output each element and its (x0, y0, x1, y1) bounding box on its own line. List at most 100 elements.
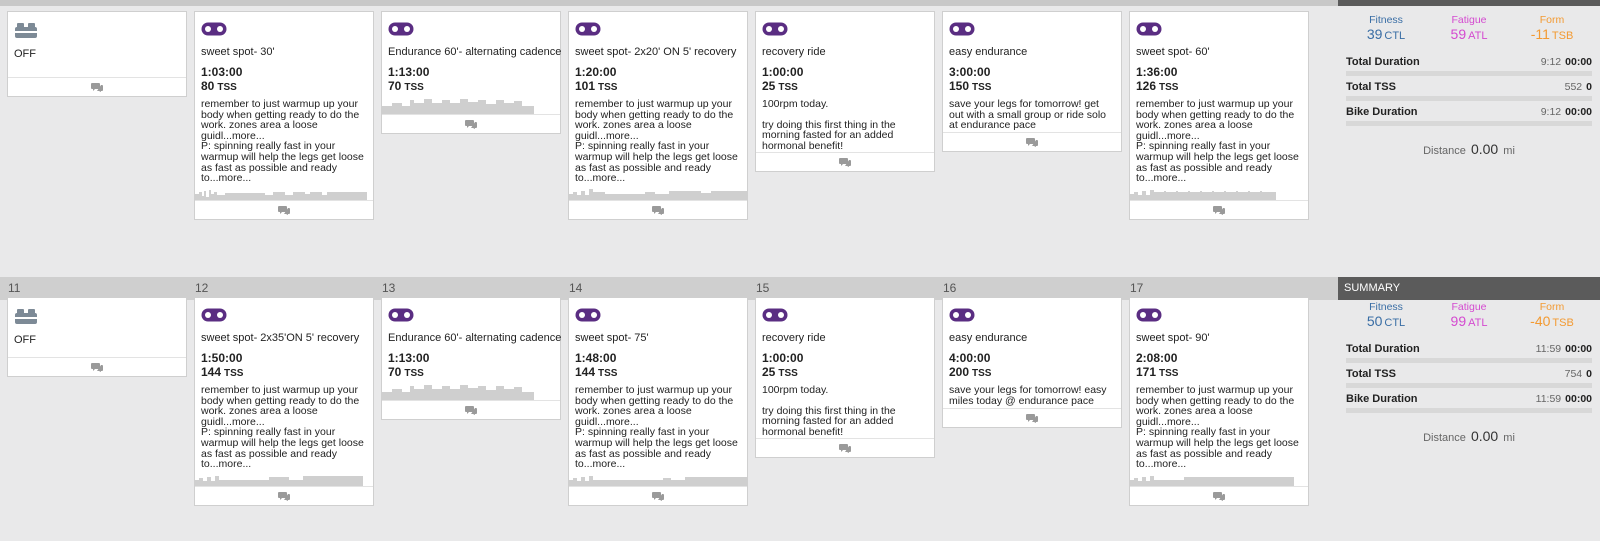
tss-value: 70 (388, 365, 402, 379)
fitness-unit: CTL (1384, 317, 1406, 329)
workout-description: remember to just warmup up your body whe… (575, 385, 741, 470)
workout-card[interactable]: sweet spot- 2x20' ON 5' recovery 1:20:00… (568, 11, 748, 220)
description-text: save your legs for tomorrow! get out wit… (949, 98, 1106, 132)
comment-footer[interactable] (195, 486, 373, 505)
workout-card[interactable]: sweet spot- 60' 1:36:00 126 TSS remember … (1129, 11, 1309, 220)
workout-card[interactable]: easy endurance 4:00:00 200 TSS save your … (942, 297, 1122, 428)
workout-card[interactable]: recovery ride 1:00:00 25 TSS 100rpm today… (755, 11, 935, 172)
workout-duration: 1:50:00 (201, 351, 243, 365)
tss-unit: TSS (1159, 368, 1179, 379)
day-card-off[interactable]: OFF (7, 297, 187, 377)
workout-description: save your legs for tomorrow! easy miles … (949, 385, 1115, 406)
fitness-metrics: Fitness 39 CTL Fatigue 59 ATL Form -11 TSB (1346, 14, 1592, 54)
comment-icon (652, 206, 664, 215)
total-duration-actual: 00:00 (1565, 56, 1592, 68)
workout-card[interactable]: Endurance 60'- alternating cadence 1:13:… (381, 297, 561, 420)
fitness-unit: CTL (1384, 30, 1406, 42)
fitness-metric[interactable]: Fitness 50 CTL (1346, 301, 1426, 341)
day-number: 11 (8, 281, 21, 295)
bike-chain-icon (388, 308, 414, 322)
workout-card[interactable]: recovery ride 1:00:00 25 TSS 100rpm today… (755, 297, 935, 458)
workout-tss: 70 TSS (388, 79, 554, 95)
tss-value: 25 (762, 79, 776, 93)
form-metric[interactable]: Form -40 TSB (1512, 301, 1592, 341)
tss-unit: TSS (404, 368, 424, 379)
workout-tss: 70 TSS (388, 365, 554, 381)
tss-value: 144 (201, 365, 222, 379)
workout-card[interactable]: sweet spot- 90' 2:08:00 171 TSS remember … (1129, 297, 1309, 506)
description-text: remember to just warmup up your body whe… (201, 98, 360, 142)
comment-footer[interactable] (382, 114, 560, 133)
comment-footer[interactable] (1130, 200, 1308, 219)
total-duration-planned: 9:12 (1540, 56, 1562, 68)
form-metric[interactable]: Form -11 TSB (1512, 14, 1592, 54)
fitness-value: 39 (1366, 26, 1383, 42)
comment-icon (1213, 206, 1225, 215)
comment-footer[interactable] (8, 357, 186, 376)
bike-duration-label: Bike Duration (1346, 393, 1418, 405)
comment-footer[interactable] (1130, 486, 1308, 505)
total-duration-actual: 00:00 (1565, 343, 1592, 355)
more-link[interactable]: more... (1154, 458, 1187, 470)
workout-profile-chart (195, 186, 373, 200)
comment-footer[interactable] (8, 77, 186, 96)
day-card-off[interactable]: OFF (7, 11, 187, 97)
bike-chain-icon (575, 308, 601, 322)
tss-value: 80 (201, 79, 215, 93)
comment-footer[interactable] (569, 200, 747, 219)
more-link[interactable]: more... (593, 172, 626, 184)
workout-card[interactable]: Endurance 60'- alternating cadence 1:13:… (381, 11, 561, 134)
off-label: OFF (14, 48, 36, 60)
fatigue-metric[interactable]: Fatigue 99 ATL (1429, 301, 1509, 341)
more-link[interactable]: more... (219, 458, 252, 470)
comment-icon (278, 206, 290, 215)
workout-description: 100rpm today. try doing this first thing… (762, 385, 928, 437)
day-number: 16 (943, 281, 957, 295)
workout-card[interactable]: sweet spot- 75' 1:48:00 144 TSS remember … (568, 297, 748, 506)
comment-footer[interactable] (195, 200, 373, 219)
more-link[interactable]: more... (1154, 172, 1187, 184)
total-tss-planned: 552 (1564, 81, 1583, 93)
description-text: remember to just warmup up your body whe… (1136, 384, 1295, 428)
workout-card[interactable]: easy endurance 3:00:00 150 TSS save your … (942, 11, 1122, 152)
workout-profile-chart (569, 472, 747, 486)
workout-description: remember to just warmup up your body whe… (575, 99, 741, 184)
workout-profile-chart (1130, 186, 1308, 200)
comment-footer[interactable] (756, 152, 934, 171)
total-tss-planned: 754 (1564, 368, 1583, 380)
summary-top-bar (1338, 0, 1600, 6)
total-tss-row: Total TSS 552 0 (1346, 79, 1592, 104)
workout-profile-chart (195, 472, 373, 486)
bike-chain-icon (201, 22, 227, 36)
form-unit: TSB (1551, 30, 1574, 42)
workout-card[interactable]: sweet spot- 30' 1:03:00 80 TSS remember t… (194, 11, 374, 220)
comment-footer[interactable] (569, 486, 747, 505)
progress-bar (1346, 121, 1592, 126)
distance-readout: Distance 0.00 mi (1346, 428, 1592, 444)
workout-title: recovery ride (762, 332, 826, 344)
more-link[interactable]: more... (593, 458, 626, 470)
fitness-metric[interactable]: Fitness 39 CTL (1346, 14, 1426, 54)
description-text: try doing this first thing in the mornin… (762, 118, 896, 152)
workout-card[interactable]: sweet spot- 2x35'ON 5' recovery 1:50:00 … (194, 297, 374, 506)
comment-footer[interactable] (943, 408, 1121, 427)
tss-value: 200 (949, 365, 970, 379)
workout-description: remember to just warmup up your body whe… (1136, 385, 1302, 470)
workout-description: remember to just warmup up your body whe… (201, 99, 367, 184)
top-bar (0, 0, 1600, 6)
comment-footer[interactable] (382, 400, 560, 419)
workout-tss: 150 TSS (949, 79, 1115, 95)
bike-chain-icon (201, 308, 227, 322)
workout-title: sweet spot- 75' (575, 332, 649, 344)
form-value: -40 (1530, 313, 1551, 329)
description-text: remember to just warmup up your body whe… (575, 98, 734, 142)
comment-footer[interactable] (756, 438, 934, 457)
fatigue-label: Fatigue (1451, 14, 1487, 26)
comment-footer[interactable] (943, 132, 1121, 151)
description-text: 100rpm today. (762, 98, 829, 110)
comment-icon (652, 492, 664, 501)
fatigue-metric[interactable]: Fatigue 59 ATL (1429, 14, 1509, 54)
more-link[interactable]: more... (219, 172, 252, 184)
description-text: remember to just warmup up your body whe… (1136, 98, 1295, 142)
bike-chain-icon (575, 22, 601, 36)
